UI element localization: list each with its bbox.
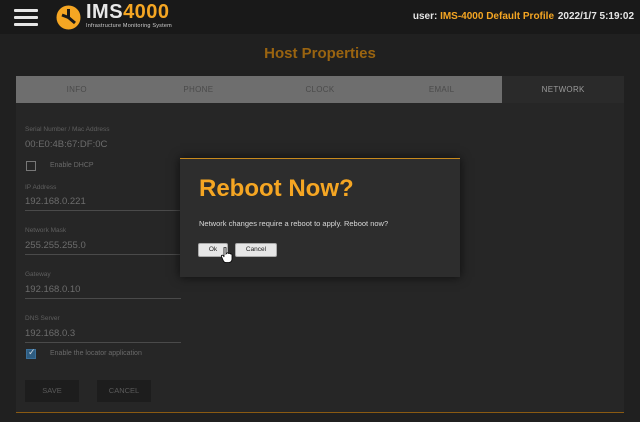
- ip-label: IP Address: [25, 184, 57, 191]
- serial-value: 00:E0:4B:67:DF:0C: [25, 139, 108, 150]
- user-info: user: IMS-4000 Default Profile: [412, 11, 554, 22]
- ip-address-input[interactable]: 192.168.0.221: [25, 196, 181, 211]
- tab-phone[interactable]: PHONE: [138, 76, 260, 103]
- dialog-cancel-button[interactable]: Cancel: [235, 243, 277, 257]
- locator-label: Enable the locator application: [50, 350, 142, 357]
- cancel-button[interactable]: CANCEL: [97, 380, 151, 402]
- logo-subtitle: Infrastructure Monitoring System: [86, 23, 172, 29]
- tab-info[interactable]: INFO: [16, 76, 138, 103]
- locator-checkbox[interactable]: [26, 347, 36, 359]
- dhcp-label: Enable DHCP: [50, 162, 94, 169]
- datetime: 2022/1/7 5:19:02: [557, 11, 634, 22]
- tab-email[interactable]: EMAIL: [381, 76, 503, 103]
- logo-text: IMS4000: [86, 1, 170, 23]
- gateway-input[interactable]: 192.168.0.10: [25, 284, 181, 299]
- top-bar: IMS4000 Infrastructure Monitoring System…: [0, 0, 640, 34]
- dhcp-checkbox[interactable]: [26, 161, 36, 171]
- page-title: Host Properties: [264, 45, 376, 62]
- network-mask-input[interactable]: 255.255.255.0: [25, 240, 181, 255]
- mask-label: Network Mask: [25, 227, 67, 234]
- ims-logo-icon: [56, 5, 81, 30]
- tab-bar: INFO PHONE CLOCK EMAIL NETWORK: [16, 76, 624, 103]
- tab-clock[interactable]: CLOCK: [259, 76, 381, 103]
- serial-label: Serial Number / Mac Address: [25, 126, 110, 133]
- dialog-message: Network changes require a reboot to appl…: [199, 219, 389, 228]
- tab-network[interactable]: NETWORK: [502, 76, 624, 103]
- dns-server-input[interactable]: 192.168.0.3: [25, 328, 181, 343]
- menu-icon[interactable]: [14, 9, 38, 26]
- dialog-title: Reboot Now?: [199, 175, 354, 202]
- save-button[interactable]: SAVE: [25, 380, 79, 402]
- gateway-label: Gateway: [25, 271, 51, 278]
- cursor-hand-icon: [221, 247, 233, 263]
- dns-label: DNS Server: [25, 315, 60, 322]
